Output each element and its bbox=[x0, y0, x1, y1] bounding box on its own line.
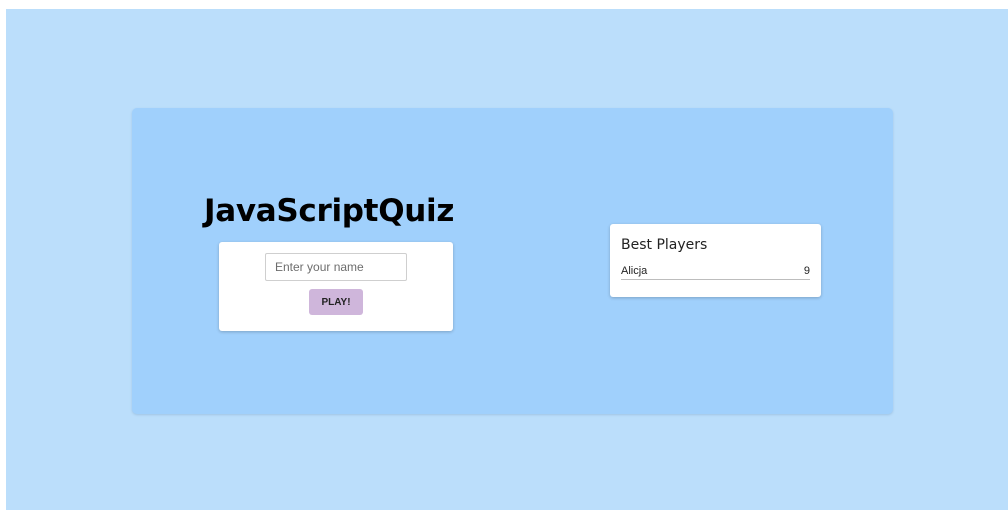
player-row: Alicja 9 bbox=[621, 264, 810, 280]
best-players-card: Best Players Alicja 9 bbox=[610, 224, 821, 297]
login-card: PLAY! bbox=[219, 242, 453, 331]
best-players-title: Best Players bbox=[621, 237, 708, 253]
player-score: 9 bbox=[803, 265, 810, 277]
app-title: JavaScriptQuiz bbox=[204, 193, 455, 229]
name-input[interactable] bbox=[265, 253, 407, 281]
play-button[interactable]: PLAY! bbox=[309, 289, 363, 315]
player-name: Alicja bbox=[621, 265, 648, 277]
